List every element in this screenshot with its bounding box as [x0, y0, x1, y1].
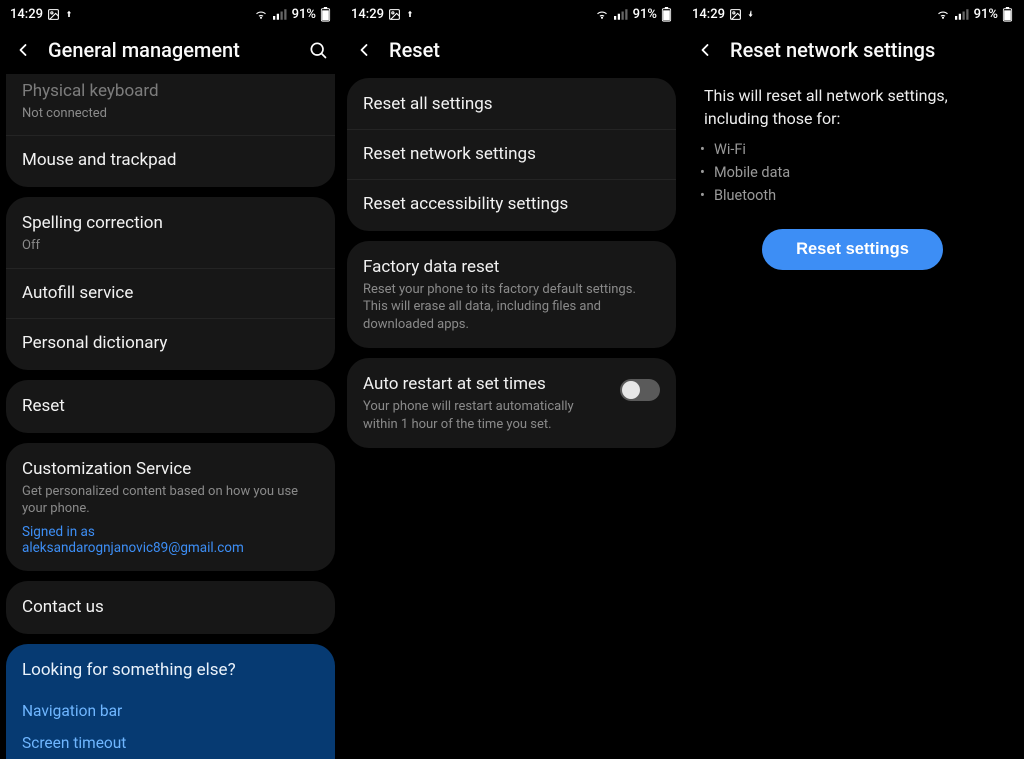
group-input-devices: Physical keyboard Not connected Mouse an…: [6, 74, 335, 187]
reset-network-bullets: Wi-Fi Mobile data Bluetooth: [686, 134, 1019, 207]
item-spelling-correction[interactable]: Spelling correction Off: [6, 199, 335, 267]
label-auto-restart: Auto restart at set times: [363, 373, 608, 396]
label-factory-reset: Factory data reset: [363, 256, 660, 279]
signal-icon: [273, 8, 288, 21]
status-time: 14:29: [351, 7, 384, 22]
sub-factory-reset: Reset your phone to its factory default …: [363, 281, 660, 334]
group-looking-for-something: Looking for something else? Navigation b…: [6, 644, 335, 759]
item-customization-service[interactable]: Customization Service Get personalized c…: [6, 445, 335, 569]
status-bar: 14:29 91%: [341, 0, 682, 26]
chevron-left-icon: [13, 40, 33, 60]
back-button[interactable]: [12, 39, 34, 61]
label-reset-network: Reset network settings: [363, 143, 660, 166]
image-icon: [388, 8, 401, 21]
sub-spelling: Off: [22, 237, 319, 255]
item-factory-data-reset[interactable]: Factory data reset Reset your phone to i…: [347, 243, 676, 347]
status-bar: 14:29 91%: [0, 0, 341, 26]
page-title: General management: [48, 38, 293, 62]
sub-auto-restart: Your phone will restart automatically wi…: [363, 398, 608, 433]
label-physical-keyboard: Physical keyboard: [22, 80, 319, 103]
bullet-wifi: Wi-Fi: [714, 138, 1019, 161]
group-factory-reset: Factory data reset Reset your phone to i…: [347, 241, 676, 349]
bullet-bluetooth: Bluetooth: [714, 184, 1019, 207]
link-signed-in-as: Signed in as aleksandarognjanovic89@gmai…: [22, 524, 319, 556]
page-title: Reset network settings: [730, 38, 1011, 62]
label-reset: Reset: [22, 395, 319, 418]
chevron-left-icon: [695, 40, 715, 60]
item-auto-restart[interactable]: Auto restart at set times Your phone wil…: [347, 360, 676, 446]
wifi-icon: [935, 8, 951, 21]
label-personal-dictionary: Personal dictionary: [22, 332, 319, 355]
upload-icon: [405, 8, 415, 21]
signal-icon: [614, 8, 629, 21]
page-header: Reset: [341, 26, 682, 74]
label-mouse-trackpad: Mouse and trackpad: [22, 149, 319, 172]
image-icon: [729, 8, 742, 21]
group-reset: Reset: [6, 380, 335, 433]
group-auto-restart: Auto restart at set times Your phone wil…: [347, 358, 676, 448]
battery-text: 91%: [292, 7, 316, 22]
page-header: General management: [0, 26, 341, 74]
download-icon: [746, 8, 756, 21]
link-navigation-bar[interactable]: Navigation bar: [22, 695, 319, 727]
item-reset[interactable]: Reset: [6, 382, 335, 431]
screen-reset: 14:29 91% Reset Reset all settings: [341, 0, 682, 759]
item-reset-network-settings[interactable]: Reset network settings: [347, 129, 676, 179]
label-spelling: Spelling correction: [22, 212, 319, 235]
reset-network-description: This will reset all network settings, in…: [686, 74, 1019, 134]
battery-icon: [320, 7, 331, 22]
battery-text: 91%: [974, 7, 998, 22]
search-icon: [308, 40, 328, 60]
item-reset-all-settings[interactable]: Reset all settings: [347, 80, 676, 129]
toggle-auto-restart[interactable]: [620, 379, 660, 401]
item-mouse-trackpad[interactable]: Mouse and trackpad: [6, 135, 335, 185]
status-time: 14:29: [692, 7, 725, 22]
item-personal-dictionary[interactable]: Personal dictionary: [6, 318, 335, 368]
battery-icon: [661, 7, 672, 22]
label-reset-accessibility: Reset accessibility settings: [363, 193, 660, 216]
item-contact-us[interactable]: Contact us: [6, 583, 335, 632]
group-contact: Contact us: [6, 581, 335, 634]
chevron-left-icon: [354, 40, 374, 60]
looking-title-row: Looking for something else?: [6, 646, 335, 695]
group-text-input: Spelling correction Off Autofill service…: [6, 197, 335, 369]
link-screen-timeout[interactable]: Screen timeout: [22, 727, 319, 759]
back-button[interactable]: [353, 39, 375, 61]
battery-icon: [1002, 7, 1013, 22]
sub-physical-keyboard: Not connected: [22, 105, 319, 123]
page-title: Reset: [389, 38, 670, 62]
item-reset-accessibility-settings[interactable]: Reset accessibility settings: [347, 179, 676, 229]
label-looking-title: Looking for something else?: [22, 659, 319, 682]
group-reset-options: Reset all settings Reset network setting…: [347, 78, 676, 231]
bullet-mobile-data: Mobile data: [714, 161, 1019, 184]
screen-reset-network-settings: 14:29 91% Reset network settings This wi…: [682, 0, 1023, 759]
wifi-icon: [253, 8, 269, 21]
label-reset-all: Reset all settings: [363, 93, 660, 116]
page-header: Reset network settings: [682, 26, 1023, 74]
image-icon: [47, 8, 60, 21]
group-customization: Customization Service Get personalized c…: [6, 443, 335, 571]
back-button[interactable]: [694, 39, 716, 61]
sub-customization: Get personalized content based on how yo…: [22, 483, 319, 518]
label-autofill: Autofill service: [22, 282, 319, 305]
item-physical-keyboard[interactable]: Physical keyboard Not connected: [6, 76, 335, 135]
reset-settings-button[interactable]: Reset settings: [762, 229, 943, 270]
wifi-icon: [594, 8, 610, 21]
status-bar: 14:29 91%: [682, 0, 1023, 26]
label-contact-us: Contact us: [22, 596, 319, 619]
signal-icon: [955, 8, 970, 21]
upload-icon: [64, 8, 74, 21]
screen-general-management: 14:29 91% General management: [0, 0, 341, 759]
status-time: 14:29: [10, 7, 43, 22]
battery-text: 91%: [633, 7, 657, 22]
search-button[interactable]: [307, 39, 329, 61]
item-autofill[interactable]: Autofill service: [6, 268, 335, 318]
looking-links: Navigation bar Screen timeout Font size …: [6, 695, 335, 759]
label-customization: Customization Service: [22, 458, 319, 481]
